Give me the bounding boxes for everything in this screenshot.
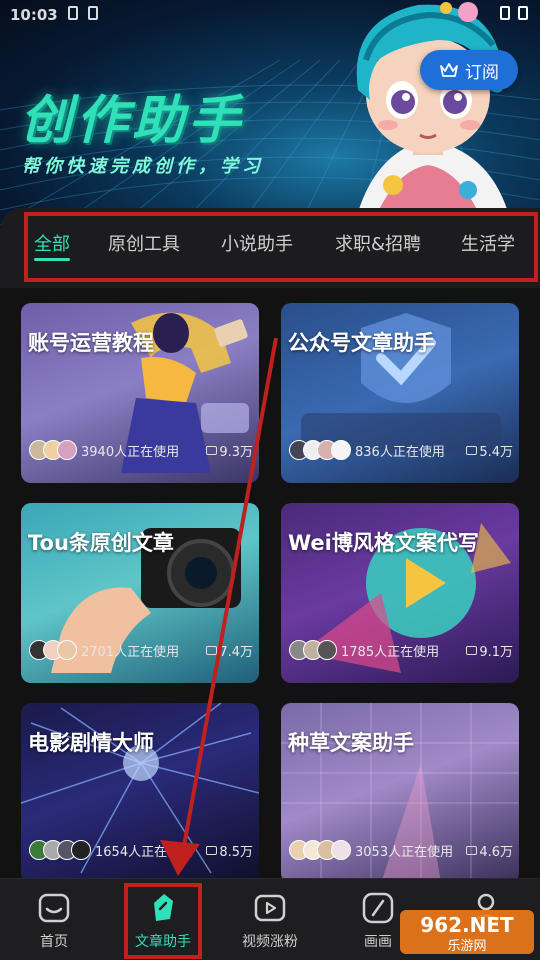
card-footer: 836人正在使用 5.4万: [289, 438, 513, 462]
card-title: Tou条原创文章: [28, 531, 174, 555]
tool-card[interactable]: Tou条原创文章 2701人正在使用 7.4万: [21, 503, 259, 683]
views-count: 9.1万: [466, 641, 513, 660]
comment-icon: [466, 645, 478, 655]
home-icon: [38, 893, 70, 923]
avatar: [331, 840, 351, 860]
status-bar: 10:03: [10, 6, 98, 24]
views-value: 9.1万: [479, 644, 513, 660]
card-footer: 2701人正在使用 7.4万: [29, 638, 253, 662]
video-play-icon: [254, 894, 286, 922]
tab-novel-assistant[interactable]: 小说助手: [221, 230, 293, 256]
nav-home[interactable]: 首页: [14, 891, 94, 951]
tab-original-tools[interactable]: 原创工具: [108, 230, 180, 256]
tab-all[interactable]: 全部: [34, 230, 70, 256]
tab-life-learning[interactable]: 生活学: [461, 230, 515, 256]
nav-label: 视频涨粉: [242, 934, 298, 950]
watermark-graphic: 962.NET 乐游网: [400, 910, 534, 954]
subscribe-button[interactable]: 订阅: [420, 50, 518, 90]
tool-card[interactable]: 种草文案助手 3053人正在使用 4.6万: [281, 703, 519, 883]
notification-icon: [67, 6, 78, 20]
watermark-text-bottom: 乐游网: [447, 939, 486, 954]
tool-card[interactable]: Wei博风格文案代写 1785人正在使用 9.1万: [281, 503, 519, 683]
avatar: [57, 640, 77, 660]
tool-card[interactable]: 电影剧情大师 1654人正在使用 8.5万: [21, 703, 259, 883]
active-users-count: 1654人正在使用: [95, 844, 194, 860]
hero-title: 创作助手: [20, 91, 245, 151]
tool-card[interactable]: 公众号文章助手 836人正在使用 5.4万: [281, 303, 519, 483]
card-title: Wei博风格文案代写: [288, 531, 479, 555]
site-watermark-logo: 962.NET 乐游网: [398, 908, 536, 956]
views-value: 7.4万: [219, 644, 253, 660]
active-tab-indicator: [34, 258, 70, 261]
comment-icon: [206, 445, 218, 455]
status-icons: [500, 6, 528, 20]
views-value: 4.6万: [479, 844, 513, 860]
views-value: 9.3万: [219, 444, 253, 460]
cartoon-boy-illustration: [356, 2, 508, 212]
hero-banner: 10:03 创作助手 帮你快速完成创作，学习 订阅: [0, 0, 540, 225]
views-count: 5.4万: [466, 441, 513, 460]
card-title: 账号运营教程: [28, 331, 154, 355]
signal-icon: [500, 6, 510, 20]
battery-icon: [518, 6, 528, 20]
avatar: [57, 440, 77, 460]
avatar: [71, 840, 91, 860]
card-title: 种草文案助手: [288, 731, 414, 755]
nav-highlight-box: [124, 883, 202, 959]
hero-subtitle: 帮你快速完成创作，学习: [22, 156, 264, 177]
views-count: 7.4万: [206, 641, 253, 660]
notification-icon: [87, 6, 98, 20]
active-users-count: 3940人正在使用: [81, 444, 180, 460]
avatar: [331, 440, 351, 460]
subscribe-label: 订阅: [465, 62, 499, 83]
active-users-count: 1785人正在使用: [341, 644, 440, 660]
crown-icon: [440, 63, 458, 77]
user-avatars: [289, 640, 337, 660]
card-title: 电影剧情大师: [28, 731, 154, 755]
views-count: 9.3万: [206, 441, 253, 460]
active-users-count: 836人正在使用: [355, 444, 445, 460]
active-users-count: 2701人正在使用: [81, 644, 180, 660]
nav-video-growth[interactable]: 视频涨粉: [230, 891, 310, 951]
comment-icon: [466, 845, 478, 855]
comment-icon: [466, 445, 478, 455]
tool-card[interactable]: 账号运营教程 3940人正在使用 9.3万: [21, 303, 259, 483]
watermark-text-top: 962.NET: [420, 913, 514, 937]
tool-card-grid: 账号运营教程 3940人正在使用 9.3万 公众号文章助手 836人正在使用 5…: [0, 288, 540, 883]
views-count: 4.6万: [466, 841, 513, 860]
user-avatars: [289, 840, 351, 860]
brush-icon: [362, 892, 394, 924]
card-footer: 3940人正在使用 9.3万: [29, 438, 253, 462]
views-value: 5.4万: [479, 444, 513, 460]
card-title: 公众号文章助手: [288, 331, 435, 355]
comment-icon: [206, 845, 218, 855]
card-footer: 1654人正在使用 8.5万: [29, 838, 253, 862]
status-time: 10:03: [10, 6, 58, 24]
category-tabs: 全部 原创工具 小说助手 求职&招聘 生活学: [0, 208, 540, 288]
active-users-count: 3053人正在使用: [355, 844, 454, 860]
user-avatars: [29, 840, 91, 860]
avatar: [317, 640, 337, 660]
user-avatars: [29, 640, 77, 660]
tab-jobs-recruiting[interactable]: 求职&招聘: [335, 230, 421, 256]
comment-icon: [206, 645, 218, 655]
card-footer: 3053人正在使用 4.6万: [289, 838, 513, 862]
card-footer: 1785人正在使用 9.1万: [289, 638, 513, 662]
nav-label: 首页: [40, 934, 68, 950]
views-value: 8.5万: [219, 844, 253, 860]
user-avatars: [289, 440, 351, 460]
user-avatars: [29, 440, 77, 460]
views-count: 8.5万: [206, 841, 253, 860]
